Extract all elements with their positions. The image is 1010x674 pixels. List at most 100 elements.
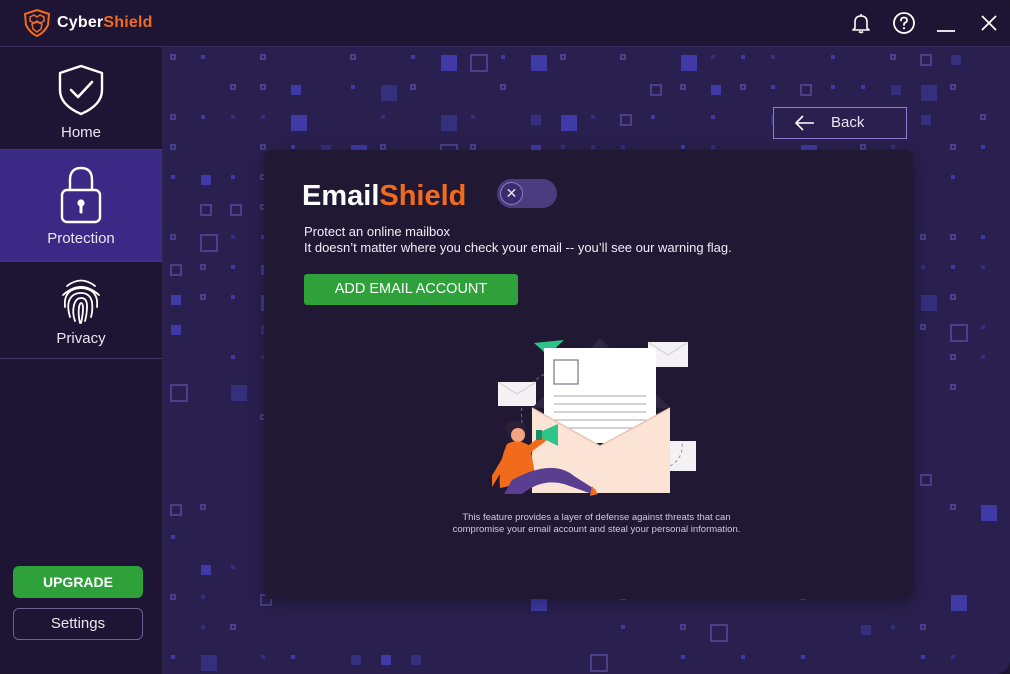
background-dot — [471, 115, 475, 119]
background-dot — [741, 55, 745, 59]
background-dot — [200, 234, 218, 252]
background-dot — [171, 295, 181, 305]
background-dot — [261, 655, 265, 659]
background-dot — [500, 84, 506, 90]
background-dot — [231, 385, 247, 401]
background-dot — [920, 624, 926, 630]
background-dot — [711, 85, 721, 95]
footnote-line2: compromise your email account and steal … — [452, 524, 741, 535]
sidebar-item-label: Privacy — [56, 330, 106, 347]
settings-button[interactable]: Settings — [13, 608, 143, 640]
background-dot — [950, 144, 956, 150]
background-dot — [410, 84, 416, 90]
background-dot — [171, 655, 175, 659]
background-dot — [200, 264, 206, 270]
background-dot — [170, 234, 176, 240]
background-dot — [951, 595, 967, 611]
background-dot — [350, 54, 356, 60]
background-dot — [381, 115, 385, 119]
background-dot — [230, 204, 242, 216]
background-dot — [351, 655, 361, 665]
background-dot — [231, 295, 235, 299]
background-dot — [681, 55, 697, 71]
cybershield-logo-icon — [23, 8, 51, 38]
background-dot — [921, 85, 937, 101]
sidebar-item-home[interactable]: Home — [0, 47, 162, 150]
sidebar-item-privacy[interactable]: Privacy — [0, 262, 162, 359]
background-dot — [620, 54, 626, 60]
title-part2: Shield — [379, 180, 467, 212]
background-dot — [231, 115, 235, 119]
background-dot — [291, 85, 301, 95]
main-content: Back EmailShield ✕ Protect an online mai… — [163, 47, 1010, 674]
lock-icon — [60, 166, 102, 224]
background-dot — [951, 55, 961, 65]
background-dot — [981, 235, 985, 239]
background-dot — [890, 54, 896, 60]
upgrade-button[interactable]: UPGRADE — [13, 566, 143, 598]
background-dot — [621, 625, 625, 629]
background-dot — [200, 204, 212, 216]
background-dot — [411, 55, 415, 59]
background-dot — [921, 295, 937, 311]
shield-check-icon — [58, 64, 104, 116]
brand-part2: Shield — [103, 14, 153, 31]
background-dot — [951, 175, 955, 179]
background-dot — [441, 115, 457, 131]
description-line2: It doesn’t matter where you check your e… — [304, 240, 732, 255]
background-dot — [230, 84, 236, 90]
background-dot — [531, 115, 541, 125]
background-dot — [950, 504, 956, 510]
email-illustration — [492, 338, 696, 496]
background-dot — [170, 54, 176, 60]
background-dot — [380, 144, 386, 150]
background-dot — [620, 114, 632, 126]
background-dot — [590, 654, 608, 672]
background-dot — [981, 355, 985, 359]
background-dot — [201, 175, 211, 185]
sidebar-item-label: Home — [60, 124, 101, 141]
app-brand: CyberShield — [57, 14, 153, 32]
add-email-account-button[interactable]: ADD EMAIL ACCOUNT — [304, 274, 518, 305]
back-label: Back — [831, 114, 865, 131]
background-dot — [680, 84, 686, 90]
background-dot — [260, 144, 266, 150]
background-dot — [920, 54, 932, 66]
background-dot — [201, 565, 211, 575]
toggle-off-icon: ✕ — [500, 182, 523, 205]
background-dot — [201, 625, 205, 629]
background-dot — [950, 84, 956, 90]
background-dot — [201, 115, 205, 119]
help-icon[interactable] — [892, 11, 916, 35]
background-dot — [950, 354, 956, 360]
background-dot — [920, 234, 926, 240]
background-dot — [891, 85, 901, 95]
background-dot — [891, 145, 895, 149]
background-dot — [710, 624, 728, 642]
sidebar: Home Protection Privacy UPGRADE Settings — [0, 47, 163, 674]
background-dot — [921, 265, 925, 269]
bell-icon[interactable] — [849, 11, 873, 35]
background-dot — [651, 115, 655, 119]
background-dot — [171, 325, 181, 335]
background-dot — [951, 265, 955, 269]
background-dot — [170, 114, 176, 120]
background-dot — [891, 625, 895, 629]
background-dot — [170, 594, 176, 600]
back-button[interactable]: Back — [773, 107, 907, 139]
background-dot — [561, 115, 577, 131]
minimize-icon[interactable] — [934, 11, 958, 35]
background-dot — [981, 325, 985, 329]
background-dot — [950, 384, 956, 390]
background-dot — [470, 144, 476, 150]
background-dot — [950, 234, 956, 240]
close-icon[interactable] — [977, 11, 1001, 35]
background-dot — [981, 505, 997, 521]
background-dot — [920, 324, 926, 330]
emailshield-toggle[interactable]: ✕ — [497, 179, 557, 208]
background-dot — [861, 625, 871, 635]
background-dot — [771, 55, 775, 59]
sidebar-item-protection[interactable]: Protection — [0, 150, 162, 262]
background-dot — [291, 655, 295, 659]
background-dot — [591, 115, 595, 119]
